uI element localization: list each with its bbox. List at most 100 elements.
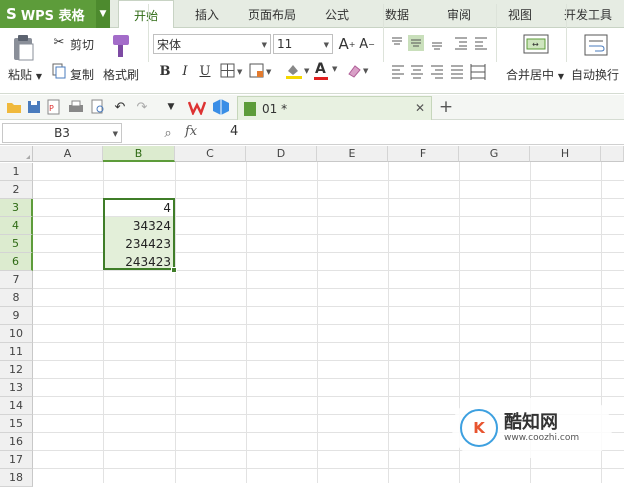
name-box[interactable]: B3 ▼ <box>2 123 122 143</box>
tab-data[interactable]: 数据 <box>374 0 420 28</box>
column-header-d[interactable]: D <box>246 146 317 162</box>
vertical-align-group <box>389 34 489 52</box>
row-header-3[interactable]: 3 <box>0 199 33 217</box>
spreadsheet-doc-icon <box>244 101 256 116</box>
italic-button[interactable]: I <box>177 62 193 80</box>
row-header-6[interactable]: 6 <box>0 253 33 271</box>
column-header-h[interactable]: H <box>530 146 601 162</box>
ribbon-separator <box>496 4 497 62</box>
tab-insert[interactable]: 插入 <box>184 0 230 28</box>
font-name-select[interactable]: 宋体 ▼ <box>153 34 271 54</box>
formula-input[interactable]: 4 <box>230 124 610 142</box>
cell-style-button[interactable]: ▼ <box>249 63 275 79</box>
column-header-e[interactable]: E <box>317 146 388 162</box>
grid-line <box>33 378 624 379</box>
bold-button[interactable]: B <box>157 62 173 80</box>
copy-button[interactable]: 复制 <box>70 66 94 83</box>
app-menu-button[interactable]: S WPS 表格 <box>0 0 96 28</box>
tab-home[interactable]: 开始 <box>118 0 174 29</box>
column-header-f[interactable]: F <box>388 146 459 162</box>
column-header-c[interactable]: C <box>175 146 246 162</box>
row-header-5[interactable]: 5 <box>0 235 33 253</box>
merge-center-label: 合并居中 <box>506 68 555 82</box>
row-header-7[interactable]: 7 <box>0 271 33 289</box>
print-preview-icon[interactable] <box>90 99 106 115</box>
row-header-1[interactable]: 1 <box>0 163 33 181</box>
font-color-button[interactable]: A ▼ <box>313 61 339 81</box>
undo-icon[interactable]: ↶ <box>113 99 127 115</box>
row-header-15[interactable]: 15 <box>0 415 33 433</box>
format-painter-icon[interactable] <box>107 33 133 59</box>
row-header-12[interactable]: 12 <box>0 361 33 379</box>
row-header-10[interactable]: 10 <box>0 325 33 343</box>
svg-text:↔: ↔ <box>532 40 539 49</box>
grid-line <box>33 306 624 307</box>
column-header-g[interactable]: G <box>459 146 530 162</box>
row-header-14[interactable]: 14 <box>0 397 33 415</box>
zoom-search-icon[interactable]: ⌕ <box>160 124 176 142</box>
customize-toolbar-icon[interactable]: ▼ <box>165 99 177 115</box>
font-size-value: 11 <box>277 37 293 51</box>
row-header-16[interactable]: 16 <box>0 433 33 451</box>
font-size-select[interactable]: 11 ▼ <box>273 34 333 54</box>
wrap-text-button[interactable]: 自动换行 <box>571 66 619 83</box>
tab-formulas[interactable]: 公式 <box>314 0 360 28</box>
fill-color-button[interactable]: ▼ <box>284 62 312 80</box>
watermark-url: www.coozhi.com <box>504 433 580 443</box>
new-tab-icon[interactable]: + <box>438 97 454 117</box>
close-icon[interactable]: ✕ <box>415 101 425 115</box>
grid-line <box>33 288 624 289</box>
format-painter-button[interactable]: 格式刷 <box>103 66 139 83</box>
ribbon-separator <box>148 4 149 62</box>
grid-line <box>33 360 624 361</box>
function-button[interactable]: fx <box>185 124 207 142</box>
grid-line <box>33 324 624 325</box>
merge-center-button[interactable]: 合并居中 ▼ <box>506 66 564 83</box>
grid-line <box>33 396 624 397</box>
cloud-box-icon[interactable] <box>212 98 230 116</box>
grid-line <box>33 342 624 343</box>
paste-icon[interactable] <box>8 34 38 62</box>
grid-line <box>33 468 624 469</box>
font-name-value: 宋体 <box>157 37 182 52</box>
row-header-17[interactable]: 17 <box>0 451 33 469</box>
row-header-8[interactable]: 8 <box>0 289 33 307</box>
grow-font-button[interactable]: A + <box>338 34 356 54</box>
clear-format-button[interactable]: ▼ <box>346 62 374 80</box>
wrap-text-icon[interactable] <box>583 33 609 57</box>
coozhi-logo-icon: K <box>460 409 498 447</box>
row-header-11[interactable]: 11 <box>0 343 33 361</box>
paste-button[interactable]: 粘贴 ▼ <box>8 66 42 83</box>
row-header-13[interactable]: 13 <box>0 379 33 397</box>
tab-view[interactable]: 视图 <box>497 0 543 28</box>
shrink-font-button[interactable]: A − <box>358 34 376 54</box>
column-header-b[interactable]: B <box>103 146 175 162</box>
export-pdf-icon[interactable]: P <box>46 99 62 115</box>
wps-logo-icon: S <box>6 5 17 23</box>
open-folder-icon[interactable] <box>6 100 22 114</box>
row-header-18[interactable]: 18 <box>0 469 33 487</box>
app-menu-dropdown-icon[interactable]: ▼ <box>96 0 110 28</box>
print-icon[interactable] <box>68 100 84 114</box>
fill-handle[interactable] <box>171 267 177 273</box>
underline-button[interactable]: U <box>197 62 213 80</box>
copy-icon <box>52 63 66 79</box>
app-name: WPS 表格 <box>20 8 85 24</box>
tab-page-layout[interactable]: 页面布局 <box>240 0 304 28</box>
svg-text:▼: ▼ <box>237 68 243 76</box>
redo-icon[interactable]: ↷ <box>135 99 149 115</box>
document-tab[interactable]: 01 * ✕ <box>237 96 432 120</box>
row-header-4[interactable]: 4 <box>0 217 33 235</box>
merge-center-icon[interactable]: ↔ <box>523 33 549 57</box>
row-header-2[interactable]: 2 <box>0 181 33 199</box>
cut-button[interactable]: 剪切 <box>70 36 94 53</box>
save-icon[interactable] <box>27 100 41 114</box>
tab-review[interactable]: 审阅 <box>436 0 482 28</box>
svg-text:▼: ▼ <box>266 68 272 76</box>
row-header-9[interactable]: 9 <box>0 307 33 325</box>
grid-line <box>33 180 624 181</box>
ribbon-separator <box>383 4 384 62</box>
borders-button[interactable]: ▼ <box>220 63 246 79</box>
column-header-a[interactable]: A <box>33 146 103 162</box>
wps-w-icon[interactable] <box>187 99 207 117</box>
